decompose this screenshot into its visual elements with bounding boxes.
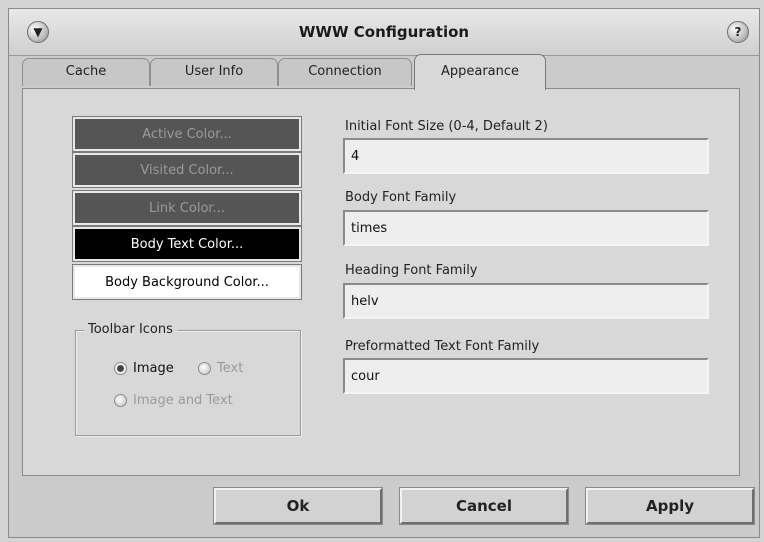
appearance-panel: Active Color... Visited Color... Link Co… <box>22 88 740 476</box>
radio-image-and-text[interactable]: Image and Text <box>114 393 233 408</box>
link-color-button[interactable]: Link Color... <box>72 190 302 226</box>
body-font-family-label: Body Font Family <box>345 190 457 205</box>
tab-connection[interactable]: Connection <box>278 58 412 86</box>
radio-unselected-icon <box>114 394 127 407</box>
help-icon[interactable]: ? <box>727 21 749 43</box>
toolbar-icons-group: Toolbar Icons Image Text Image and Text <box>75 322 301 436</box>
ok-button[interactable]: Ok <box>213 487 383 525</box>
title-bar[interactable]: ▼ WWW Configuration ? <box>9 9 759 56</box>
radio-text[interactable]: Text <box>198 361 243 376</box>
radio-text-label: Text <box>217 361 244 376</box>
tab-user-info[interactable]: User Info <box>150 58 278 86</box>
body-font-family-input[interactable] <box>343 210 709 246</box>
radio-unselected-icon <box>198 362 211 375</box>
toolbar-icons-title: Toolbar Icons <box>84 322 177 337</box>
body-background-color-button[interactable]: Body Background Color... <box>72 264 302 300</box>
tab-cache[interactable]: Cache <box>22 58 150 86</box>
radio-selected-icon <box>114 362 127 375</box>
active-color-button[interactable]: Active Color... <box>72 116 302 152</box>
apply-button[interactable]: Apply <box>585 487 755 525</box>
preformatted-font-family-input[interactable] <box>343 358 709 394</box>
preformatted-font-family-label: Preformatted Text Font Family <box>345 339 540 354</box>
radio-image[interactable]: Image <box>114 361 174 376</box>
visited-color-button[interactable]: Visited Color... <box>72 152 302 188</box>
body-text-color-button[interactable]: Body Text Color... <box>72 226 302 262</box>
heading-font-family-input[interactable] <box>343 283 709 319</box>
radio-image-label: Image <box>133 361 174 376</box>
heading-font-family-label: Heading Font Family <box>345 263 478 278</box>
tab-appearance[interactable]: Appearance <box>414 54 546 90</box>
initial-font-size-label: Initial Font Size (0-4, Default 2) <box>345 119 548 134</box>
initial-font-size-input[interactable] <box>343 138 709 174</box>
cancel-button[interactable]: Cancel <box>399 487 569 525</box>
radio-image-and-text-label: Image and Text <box>133 393 233 408</box>
window-title: WWW Configuration <box>298 23 470 41</box>
